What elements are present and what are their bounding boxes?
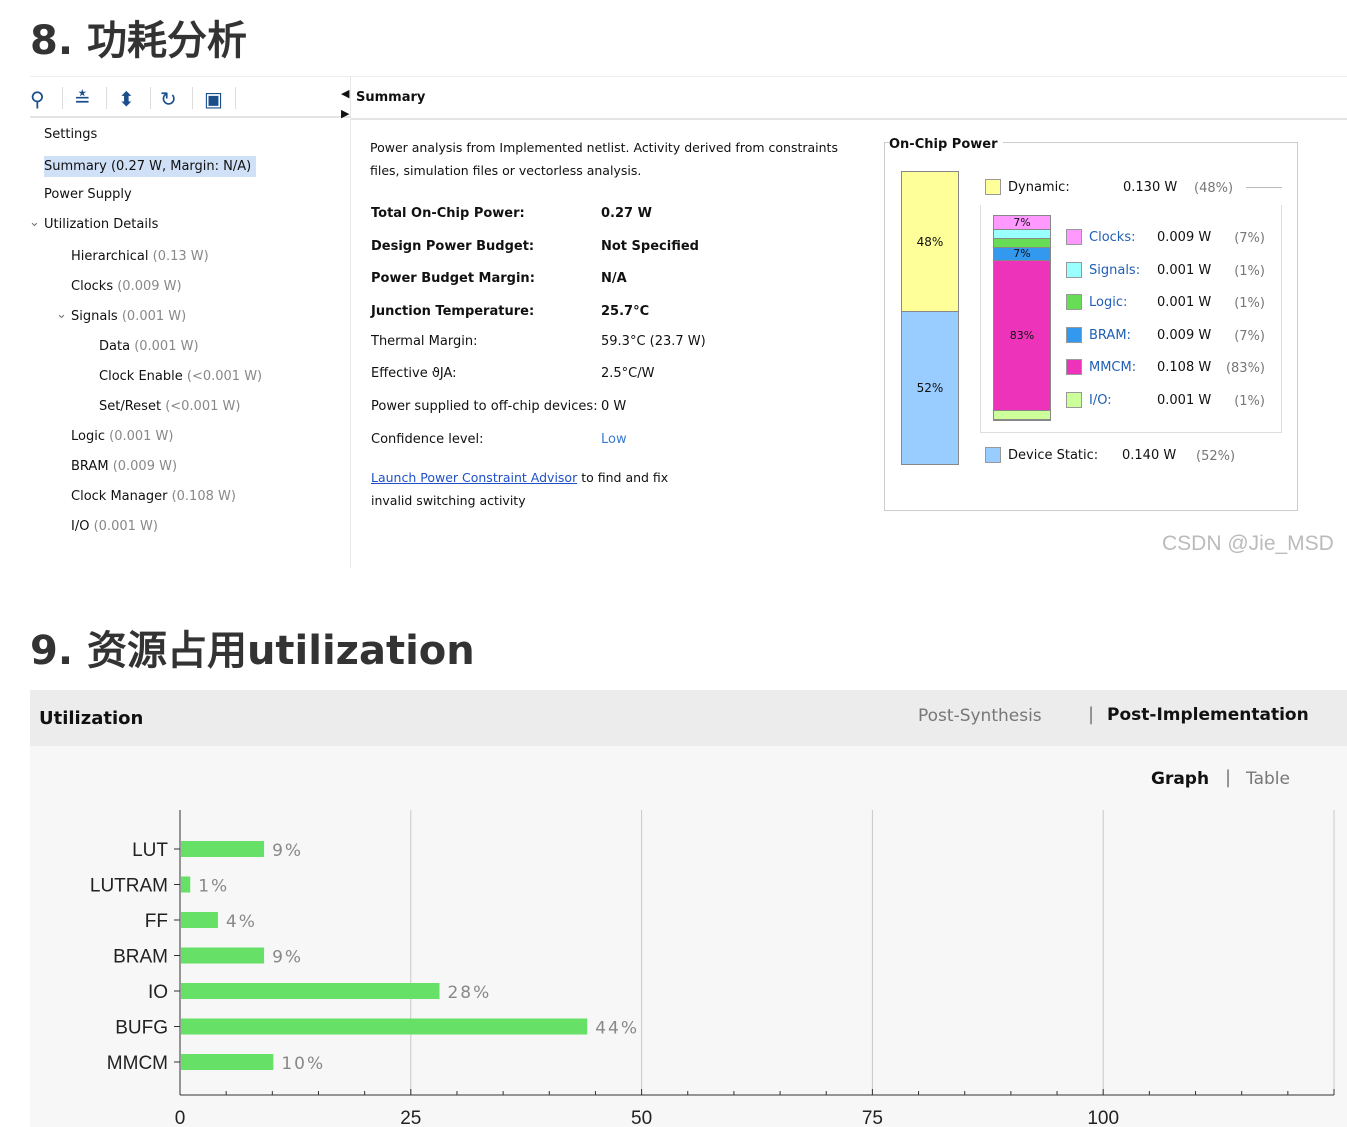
x-tick-label: 75 bbox=[862, 1108, 883, 1127]
bar-mmcm bbox=[181, 1054, 274, 1070]
data-label: 28% bbox=[447, 983, 491, 1003]
data-label: 10% bbox=[281, 1054, 325, 1074]
category-label: MMCM bbox=[107, 1053, 168, 1074]
category-label: FF bbox=[145, 911, 168, 932]
x-tick-label: 25 bbox=[400, 1108, 421, 1127]
category-label: LUT bbox=[132, 840, 168, 861]
category-label: BRAM bbox=[113, 947, 168, 968]
category-label: LUTRAM bbox=[90, 876, 168, 897]
x-tick-label: 0 bbox=[175, 1108, 186, 1127]
bar-ff bbox=[181, 912, 218, 928]
category-label: IO bbox=[148, 982, 168, 1003]
category-label: BUFG bbox=[115, 1018, 168, 1039]
bar-bufg bbox=[181, 1018, 588, 1035]
data-label: 1% bbox=[198, 877, 229, 897]
bar-lut bbox=[181, 841, 265, 857]
data-label: 4% bbox=[226, 912, 257, 932]
data-label: 9% bbox=[272, 948, 303, 968]
data-label: 9% bbox=[272, 841, 303, 861]
utilization-chart: 0 25 50 75 100 LUT 9% LUTRAM 1% FF 4% BRAM 9% IO 28% BU… bbox=[90, 810, 1335, 1127]
bar-bram bbox=[181, 947, 265, 964]
bar-io bbox=[181, 983, 440, 999]
bar-lutram bbox=[181, 876, 191, 893]
data-label: 44% bbox=[595, 1019, 639, 1039]
x-tick-label: 50 bbox=[631, 1108, 652, 1127]
x-tick-label: 100 bbox=[1087, 1108, 1119, 1127]
